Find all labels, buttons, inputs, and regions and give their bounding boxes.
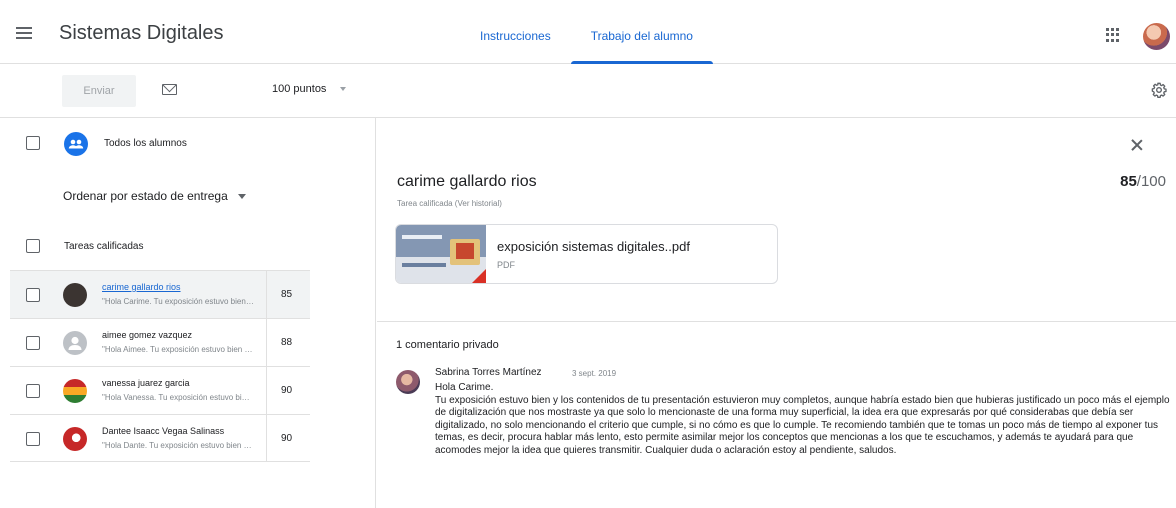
hamburger-menu-icon[interactable]	[12, 21, 36, 45]
select-all-checkbox[interactable]	[26, 136, 40, 150]
submission-detail-panel: carime gallardo rios 85/100 Tarea califi…	[377, 118, 1176, 508]
attachment-thumbnail	[396, 225, 486, 283]
grade-total: /100	[1136, 173, 1166, 190]
student-avatar	[63, 427, 87, 451]
tab-bar: Instrucciones Trabajo del alumno	[460, 0, 714, 64]
group-checkbox[interactable]	[26, 239, 40, 253]
submission-status[interactable]: Tarea calificada (Ver historial)	[397, 199, 502, 208]
grade-value: 85	[1120, 173, 1137, 190]
divider	[377, 321, 1176, 322]
commenter-name: Sabrina Torres Martínez	[435, 367, 542, 378]
apps-grid-icon[interactable]	[1106, 28, 1120, 42]
student-grade: 90	[281, 385, 293, 396]
sort-dropdown[interactable]: Ordenar por estado de entrega	[63, 189, 246, 203]
student-comment-preview: "Hola Aimee. Tu exposición estuvo bien y…	[102, 345, 254, 354]
tab-instrucciones[interactable]: Instrucciones	[460, 0, 571, 64]
dropdown-caret-icon	[340, 87, 347, 92]
student-comment-preview: "Hola Carime. Tu exposición estuvo bien …	[102, 297, 254, 306]
points-value: 100 puntos	[272, 83, 327, 95]
student-comment-preview: "Hola Vanessa. Tu exposición estuvo bien…	[102, 393, 254, 402]
student-avatar	[63, 379, 87, 403]
student-checkbox[interactable]	[26, 336, 40, 350]
comment-date: 3 sept. 2019	[572, 369, 617, 378]
attachment-card[interactable]: exposición sistemas digitales..pdf PDF	[395, 224, 778, 284]
grade-cell[interactable]: 88	[266, 319, 310, 366]
student-checkbox[interactable]	[26, 432, 40, 446]
tab-trabajo-del-alumno[interactable]: Trabajo del alumno	[570, 0, 714, 64]
user-avatar[interactable]	[1143, 23, 1170, 50]
student-grade: 85	[281, 289, 293, 300]
student-name[interactable]: vanessa juarez garcia	[102, 378, 252, 388]
sort-label: Ordenar por estado de entrega	[63, 189, 228, 203]
send-button[interactable]: Enviar	[62, 75, 136, 107]
student-name[interactable]: carime gallardo rios	[102, 282, 252, 292]
grade-display[interactable]: 85/100	[1120, 173, 1166, 190]
comment-text: Hola Carime. Tu exposición estuvo bien y…	[435, 382, 1170, 456]
grading-toolbar: Enviar 100 puntos	[0, 64, 1176, 118]
mail-icon[interactable]	[162, 84, 177, 95]
student-grade: 90	[281, 433, 293, 444]
student-checkbox[interactable]	[26, 288, 40, 302]
gear-icon[interactable]	[1151, 82, 1167, 98]
private-comments-header: 1 comentario privado	[396, 339, 499, 351]
student-row[interactable]: carime gallardo rios "Hola Carime. Tu ex…	[10, 270, 310, 318]
student-avatar	[63, 331, 87, 355]
student-row[interactable]: vanessa juarez garcia "Hola Vanessa. Tu …	[10, 366, 310, 414]
grade-cell[interactable]: 90	[266, 415, 310, 462]
student-list-panel: Todos los alumnos Ordenar por estado de …	[0, 118, 376, 508]
student-name[interactable]: aimee gomez vazquez	[102, 330, 252, 340]
group-icon	[64, 132, 88, 156]
points-dropdown[interactable]: 100 puntos	[272, 83, 347, 95]
student-comment-preview: "Hola Dante. Tu exposición estuvo bien y…	[102, 441, 254, 450]
student-checkbox[interactable]	[26, 384, 40, 398]
all-students-label[interactable]: Todos los alumnos	[104, 138, 187, 149]
grade-cell[interactable]: 85	[266, 271, 310, 318]
student-rows: carime gallardo rios "Hola Carime. Tu ex…	[10, 270, 310, 462]
course-title[interactable]: Sistemas Digitales	[59, 22, 224, 45]
student-row[interactable]: Dantee Isaacc Vegaa Salinass "Hola Dante…	[10, 414, 310, 462]
close-icon[interactable]	[1130, 138, 1144, 152]
dropdown-caret-icon	[237, 194, 246, 200]
student-name[interactable]: Dantee Isaacc Vegaa Salinass	[102, 426, 252, 436]
student-title: carime gallardo rios	[397, 173, 537, 190]
student-row[interactable]: aimee gomez vazquez "Hola Aimee. Tu expo…	[10, 318, 310, 366]
attachment-type: PDF	[497, 260, 515, 270]
attachment-name: exposición sistemas digitales..pdf	[497, 239, 690, 254]
top-app-bar: Sistemas Digitales Instrucciones Trabajo…	[0, 0, 1176, 64]
grade-cell[interactable]: 90	[266, 367, 310, 414]
student-grade: 88	[281, 337, 293, 348]
group-label-graded: Tareas calificadas	[64, 241, 144, 252]
commenter-avatar	[396, 370, 420, 394]
student-avatar	[63, 283, 87, 307]
